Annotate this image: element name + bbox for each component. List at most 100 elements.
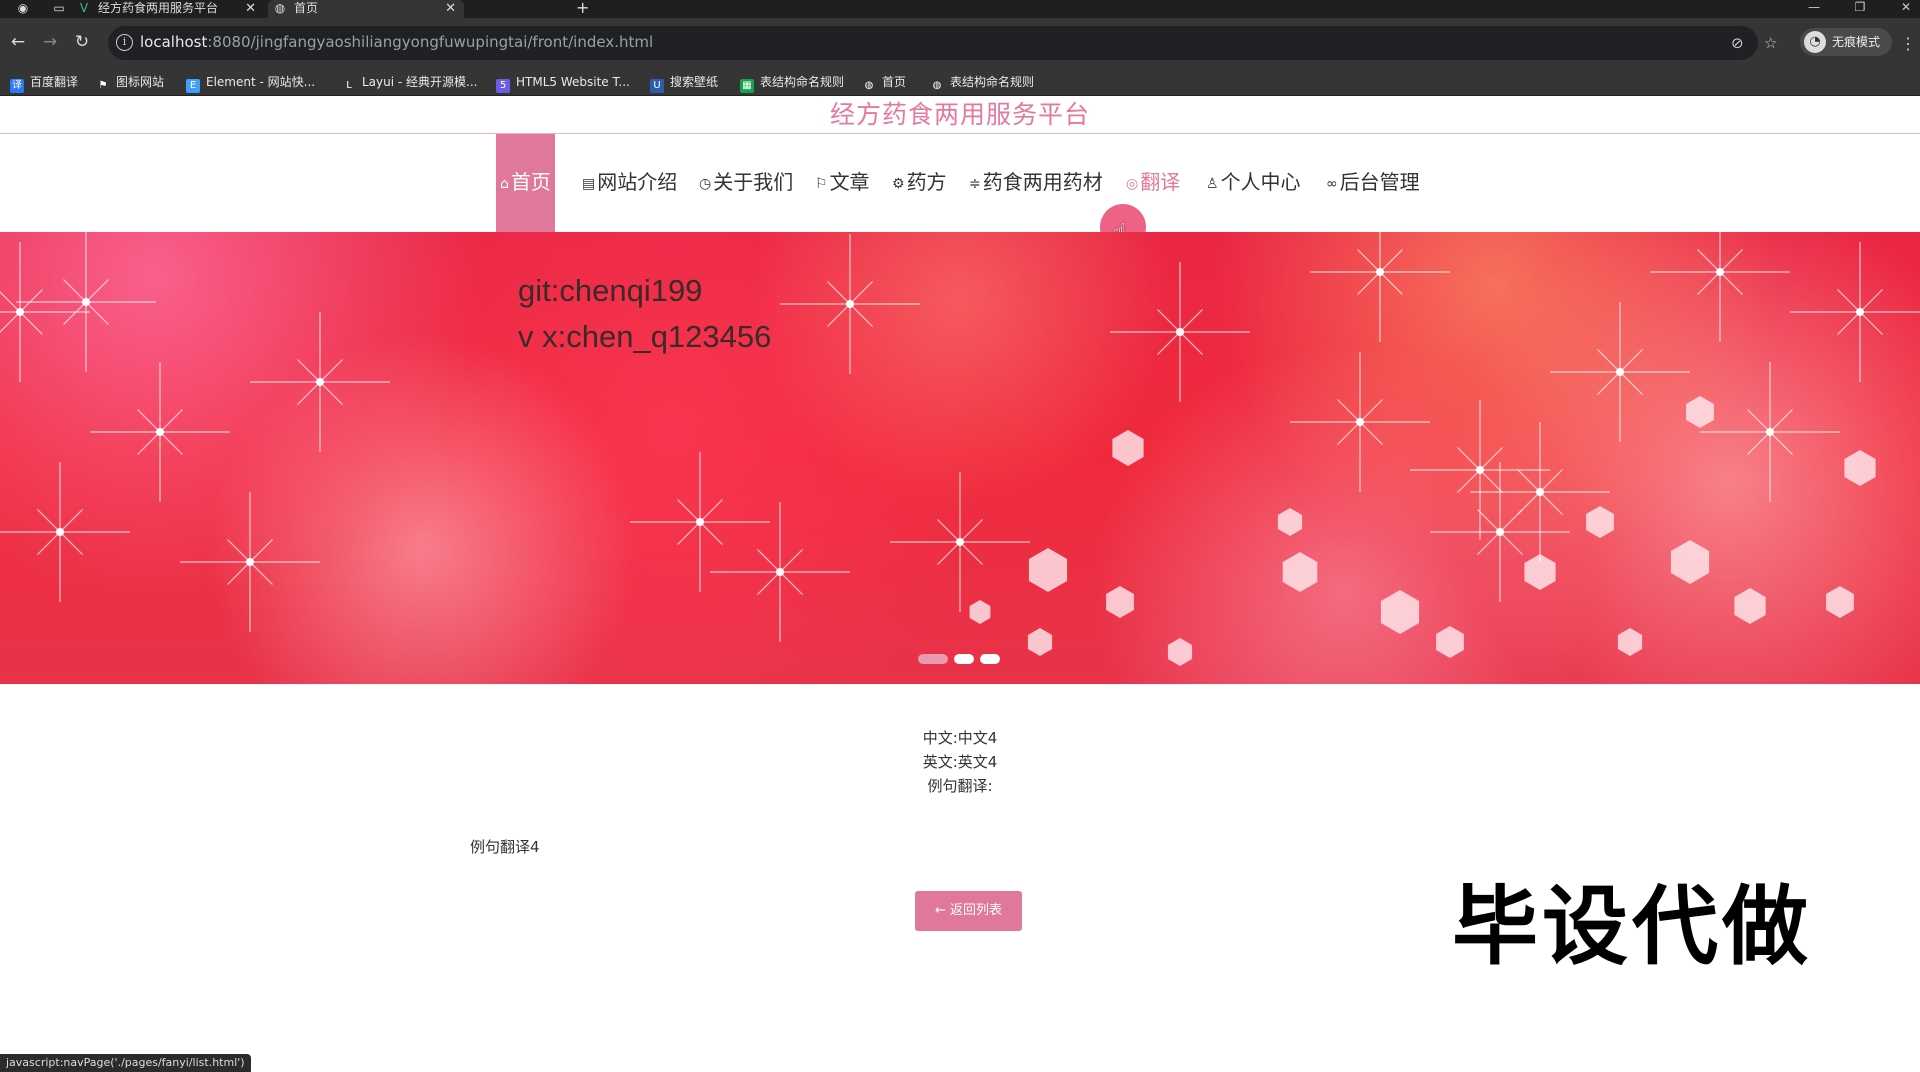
bokeh-shape <box>1844 450 1876 486</box>
sparkle-star <box>90 362 230 502</box>
nav-item[interactable]: ⚙ 药方 <box>892 134 947 232</box>
sparkle-star <box>1790 242 1920 382</box>
nav-item[interactable]: ≑ 药食两用药材 <box>969 134 1103 232</box>
translation-detail: 中文:中文4 英文:英文4 例句翻译: <box>0 726 1920 798</box>
tab-platform[interactable]: V 经方药食两用服务平台 ✕ <box>76 0 264 18</box>
bookmark-item[interactable]: 译百度翻译 <box>10 73 78 93</box>
power-icon: ◷ <box>699 176 712 192</box>
star-icon[interactable]: ☆ <box>1764 26 1777 60</box>
globe-icon: ◍ <box>274 1 286 15</box>
nav-item[interactable]: ⚐ 文章 <box>815 134 870 232</box>
more-menu-icon[interactable]: ⋮ <box>1900 36 1916 52</box>
sliders-icon: ≑ <box>969 176 981 192</box>
bookmark-item[interactable]: ⚑ 图标网站 <box>96 73 164 93</box>
chrome-logo-icon: ◉ <box>17 1 29 15</box>
sparkle-star <box>1290 352 1430 492</box>
restore-icon[interactable]: ❐ <box>1850 0 1870 14</box>
url-field[interactable]: i localhost:8080/jingfangyaoshiliangyong… <box>108 26 1758 60</box>
nav-label: 关于我们 <box>713 170 794 194</box>
banner-line: git:chenqi199 <box>518 273 703 308</box>
sparkle-star <box>16 232 156 372</box>
sparkle-star <box>0 462 130 602</box>
baidu-translate-icon: 译 <box>10 79 24 93</box>
reload-icon[interactable]: ↻ <box>70 30 94 54</box>
nav-item[interactable]: ♙ 个人中心 <box>1206 134 1301 232</box>
nav-label: 网站介绍 <box>597 170 678 194</box>
close-icon[interactable]: ✕ <box>445 0 456 17</box>
nav-item[interactable]: ▤ 网站介绍 <box>582 134 677 232</box>
bookmark-label: 表结构命名规则 <box>950 75 1035 89</box>
nav-item[interactable]: ⌂ 首页 <box>496 134 555 232</box>
tab-title: 首页 <box>294 1 319 15</box>
flag-icon: ⚑ <box>96 79 110 93</box>
bokeh-shape <box>1167 638 1193 666</box>
forward-arrow-icon[interactable]: → <box>38 30 62 54</box>
sparkle-star <box>1110 262 1250 402</box>
nav-label: 首页 <box>510 170 551 194</box>
status-url: javascript:navPage('./pages/fanyi/list.h… <box>0 1054 251 1072</box>
back-to-list-button[interactable]: ← 返回列表 <box>915 891 1022 931</box>
main-nav: ⌂首页▤网站介绍◷关于我们⚐文章⚙药方≑药食两用药材◎翻译♙个人中心∞后台管理☝ <box>0 134 1920 250</box>
sparkle-star <box>180 492 320 632</box>
globe-icon: ◍ <box>862 79 876 93</box>
vue-icon: V <box>79 1 89 15</box>
new-tab-button[interactable]: + <box>576 0 589 16</box>
bookmark-label: 搜索壁纸 <box>670 75 719 89</box>
example-value: 例句翻译4 <box>470 838 540 856</box>
hero-banner: git:chenqi199 v x:chen_q123456 <box>0 232 1920 684</box>
banner-caption: git:chenqi199 v x:chen_q123456 <box>518 268 771 360</box>
browser-tab-bar: ◉ ▭ V 经方药食两用服务平台 ✕ ◍ 首页 ✕ + — ❐ ✕ <box>0 0 1920 18</box>
example-label: 例句翻译: <box>927 777 993 795</box>
flag-icon: ⚐ <box>815 176 828 192</box>
carousel-dot[interactable] <box>918 654 948 664</box>
nav-item[interactable]: ∞ 后台管理 <box>1326 134 1420 232</box>
url-text[interactable]: localhost:8080/jingfangyaoshiliangyongfu… <box>140 33 653 51</box>
bookmark-item[interactable]: E Element - 网站快... <box>186 73 315 93</box>
bookmark-item[interactable]: ◍ 首页 <box>862 73 907 93</box>
tab-title: 经方药食两用服务平台 <box>98 1 219 15</box>
site-title: 经方药食两用服务平台 <box>829 100 1090 129</box>
bookmark-label: HTML5 Website T... <box>516 75 630 89</box>
bookmark-item[interactable]: L Layui - 经典开源模... <box>342 73 478 93</box>
incognito-badge[interactable]: ◔ 无痕模式 <box>1800 28 1893 56</box>
bokeh-shape <box>1277 508 1303 536</box>
bokeh-shape <box>1826 586 1854 618</box>
bookmark-item[interactable]: ◍ 表结构命名规则 <box>930 73 1035 93</box>
bokeh-shape <box>1586 506 1614 538</box>
bokeh-shape <box>1106 586 1134 618</box>
carousel-dot[interactable] <box>954 654 974 664</box>
bookmark-item[interactable]: 5 HTML5 Website T... <box>496 73 630 93</box>
minimize-icon[interactable]: — <box>1804 0 1824 14</box>
bookmark-label: 首页 <box>882 75 907 89</box>
bokeh-shape <box>1112 430 1144 466</box>
close-icon[interactable]: ✕ <box>245 0 256 17</box>
nav-item[interactable]: ◷ 关于我们 <box>699 134 793 232</box>
nav-label: 药食两用药材 <box>982 170 1103 194</box>
user-icon: ♙ <box>1206 176 1219 192</box>
site-info-icon[interactable]: i <box>116 34 133 51</box>
bookmark-item[interactable]: U 搜索壁纸 <box>650 73 719 93</box>
bookmark-label: Layui - 经典开源模... <box>362 75 478 89</box>
incognito-icon: ◔ <box>1804 31 1826 53</box>
close-window-icon[interactable]: ✕ <box>1896 0 1916 14</box>
back-arrow-icon[interactable]: ← <box>6 30 30 54</box>
sparkle-star <box>250 312 390 452</box>
carousel-dot[interactable] <box>980 654 1000 664</box>
sparkle-star <box>1700 362 1840 502</box>
link-icon: ∞ <box>1326 176 1338 192</box>
sparkle-star <box>710 502 850 642</box>
bokeh-shape <box>1734 588 1766 624</box>
bookmark-label: 表结构命名规则 <box>760 75 845 89</box>
tab-home[interactable]: ◍ 首页 ✕ <box>268 0 464 18</box>
nav-label: 翻译 <box>1140 170 1181 194</box>
bokeh-shape <box>1028 548 1068 592</box>
eye-off-icon[interactable]: ⊘ <box>1731 26 1744 60</box>
bokeh-shape <box>1617 628 1643 656</box>
watermark-text: 毕设代做 <box>1452 877 1812 977</box>
nav-label: 文章 <box>829 170 870 194</box>
tab-search-icon[interactable]: ▭ <box>50 0 68 17</box>
bookmark-item[interactable]: ▦ 表结构命名规则 <box>740 73 845 93</box>
gear-icon: ⚙ <box>892 176 905 192</box>
bokeh-shape <box>1436 626 1464 658</box>
nav-label: 个人中心 <box>1220 170 1301 194</box>
